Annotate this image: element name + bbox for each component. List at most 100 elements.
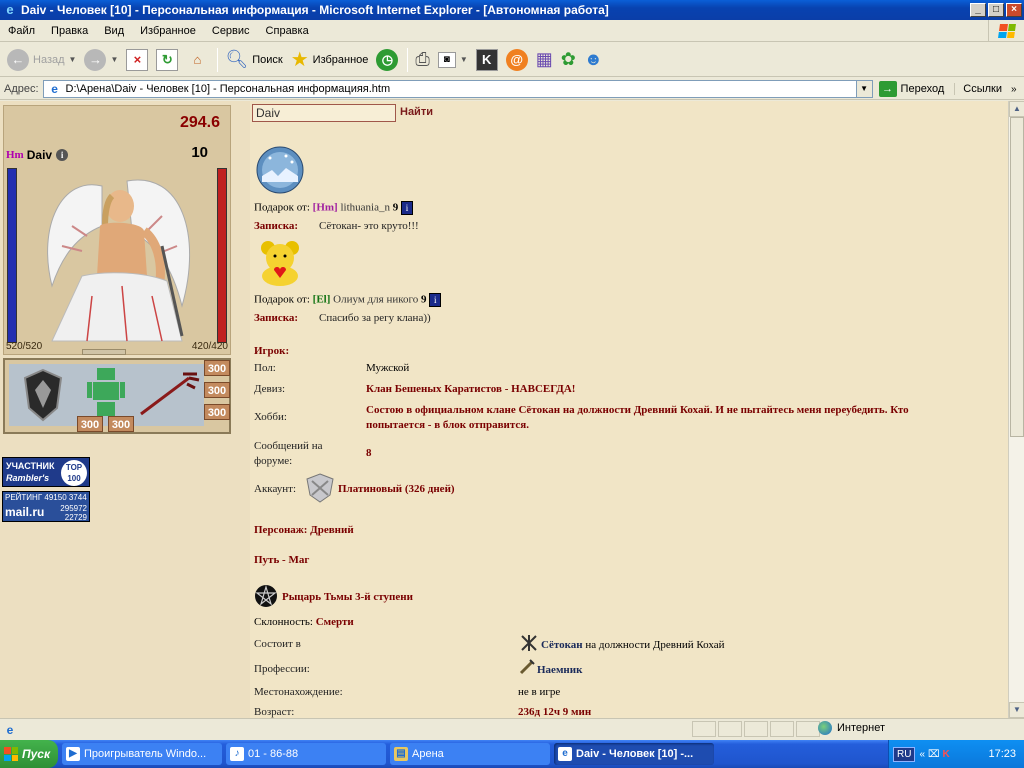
media-icon: ▦ [535,49,553,69]
start-button[interactable]: Пуск [0,740,58,768]
flower-icon: ✿ [560,49,576,69]
age-label: Возраст: [254,706,295,718]
edit-button[interactable]: ◙ ▼ [435,46,471,74]
chevron-down-icon[interactable]: ▼ [69,55,77,64]
refresh-button[interactable]: ↻ [153,46,181,74]
forward-button[interactable]: → ▼ [81,46,121,74]
info-icon[interactable]: i [400,201,413,215]
taskbar-item-media-player[interactable]: ▶ Проигрыватель Windo... [62,743,222,765]
chevron-left-icon[interactable]: « [919,749,925,760]
close-button[interactable]: × [1006,3,1022,17]
menu-edit[interactable]: Правка [43,25,96,37]
slot-value: 300 [204,382,230,398]
vertical-scrollbar[interactable]: ▲ ▼ [1008,101,1024,718]
address-bar: Адрес: e D:\Арена\Daiv - Человек [10] - … [0,78,1024,100]
menu-help[interactable]: Справка [258,25,317,37]
links-button[interactable]: Ссылки » [954,82,1017,95]
system-tray: RU « ⌧ K 17:23 [888,740,1024,768]
search-button[interactable]: 🔍︎ Поиск [222,46,285,74]
messenger-icon: ☻ [583,49,603,69]
slot-value: 300 [108,416,134,432]
gift-level: 9 [420,293,427,306]
stop-button[interactable]: × [123,46,151,74]
gift-nick[interactable]: Олиум для никого [333,294,418,306]
location-label: Местонахождение: [254,686,343,698]
chevron-down-icon[interactable]: ▼ [460,55,468,64]
page-content: 294.6 10 Hm Daiv i 520/520 420/420 300 3… [0,101,1024,718]
menu-tools[interactable]: Сервис [204,25,258,37]
trident-icon[interactable] [137,370,201,418]
maximize-button[interactable]: □ [988,3,1004,17]
taskbar-item-arena[interactable]: ▤ Арена [390,743,550,765]
language-indicator[interactable]: RU [893,746,916,762]
address-input[interactable]: e D:\Арена\Daiv - Человек [10] - Персона… [42,79,873,98]
shield-icon[interactable] [23,368,63,422]
gift-nick[interactable]: lithuania_n [340,202,390,214]
menu-file[interactable]: Файл [0,25,43,37]
address-url[interactable]: D:\Арена\Daiv - Человек [10] - Персональ… [66,83,856,95]
page-status-icon: e [6,722,14,737]
taskbar-item-ie[interactable]: e Daiv - Человек [10] -... [554,743,714,765]
teddy-bear-gift-icon[interactable] [256,238,304,286]
home-icon: ⌂ [193,52,202,67]
snow-globe-gift-icon[interactable] [256,146,304,194]
menu-favorites[interactable]: Избранное [132,25,204,37]
mail-button[interactable]: @ [503,46,531,74]
go-button[interactable]: → Переход [878,80,945,97]
profession-value[interactable]: Наемник [537,664,582,676]
gender-label: Пол: [254,362,276,374]
persona-value: Персонаж: Древний [254,524,354,536]
address-label: Адрес: [4,82,39,95]
scroll-thumb[interactable] [1010,117,1024,437]
clan-emblem-icon [521,635,537,651]
media-button[interactable]: ▦ [533,46,556,74]
home-button[interactable]: ⌂ [183,46,211,74]
taskbar-item-file[interactable]: ♪ 01 - 86-88 [226,743,386,765]
links-label: Ссылки [963,82,1002,95]
pentagram-icon [255,584,277,607]
rambler-banner[interactable]: УЧАСТНИК Rambler's TOP 100 [2,457,90,487]
k-button[interactable]: K [473,46,501,74]
scroll-up-icon[interactable]: ▲ [1009,101,1024,117]
edit-icon: ◙ [437,51,456,68]
chevron-down-icon[interactable]: ▼ [855,80,872,97]
gift-from-label: Подарок от: [254,293,310,306]
scroll-down-icon[interactable]: ▼ [1009,702,1024,718]
profession-label: Профессии: [254,663,310,675]
history-button[interactable]: ◷ [373,46,401,74]
antivirus-icon[interactable]: K [943,749,950,760]
dagger-icon [519,659,535,675]
find-button[interactable]: Найти [400,106,433,118]
mailru-banner[interactable]: РЕЙТИНГ 49150 3744 mail.ru 295972 22729 [2,491,90,522]
ie-icon: e [6,2,14,17]
messenger-button[interactable]: ☻ [581,46,606,74]
character-panel: 294.6 10 Hm Daiv i 520/520 420/420 300 3… [0,101,248,718]
go-label: Переход [900,82,945,95]
title-bar: e Daiv - Человек [10] - Персональная инф… [0,0,1024,20]
character-name-text: Daiv [26,148,53,162]
panel-slider[interactable] [82,349,126,355]
toolbar: ← Назад ▼ → ▼ × ↻ ⌂ 🔍︎ Поиск ★ Избранное… [0,43,1024,77]
printer-icon: ⎙ [415,49,430,69]
network-icon[interactable]: ⌧ [928,749,940,760]
armor-icon[interactable] [87,368,125,416]
gift-note: Спасибо за регу клана)) [319,312,431,324]
refresh-icon: ↻ [156,48,179,71]
gift-from-row: Подарок от: [Hm] lithuania_n 9 i [254,201,413,215]
back-button[interactable]: ← Назад ▼ [4,46,79,74]
search-icon: 🔍︎ [225,49,249,69]
clan-link[interactable]: Сётокан [541,639,583,651]
menu-view[interactable]: Вид [96,25,132,37]
minimize-button[interactable]: _ [970,3,986,17]
favorites-button[interactable]: ★ Избранное [288,46,372,74]
print-button[interactable]: ⎙ [412,46,432,74]
favorites-label: Избранное [312,53,369,66]
clan-tag: Hm [6,149,24,161]
character-name[interactable]: Hm Daiv i [6,148,69,162]
info-icon[interactable]: i [56,149,69,161]
search-input[interactable]: Daiv [252,104,396,122]
chevron-down-icon[interactable]: ▼ [110,55,118,64]
security-zone: Интернет [818,721,885,735]
info-icon[interactable]: i [429,293,442,307]
icq-button[interactable]: ✿ [558,46,579,74]
